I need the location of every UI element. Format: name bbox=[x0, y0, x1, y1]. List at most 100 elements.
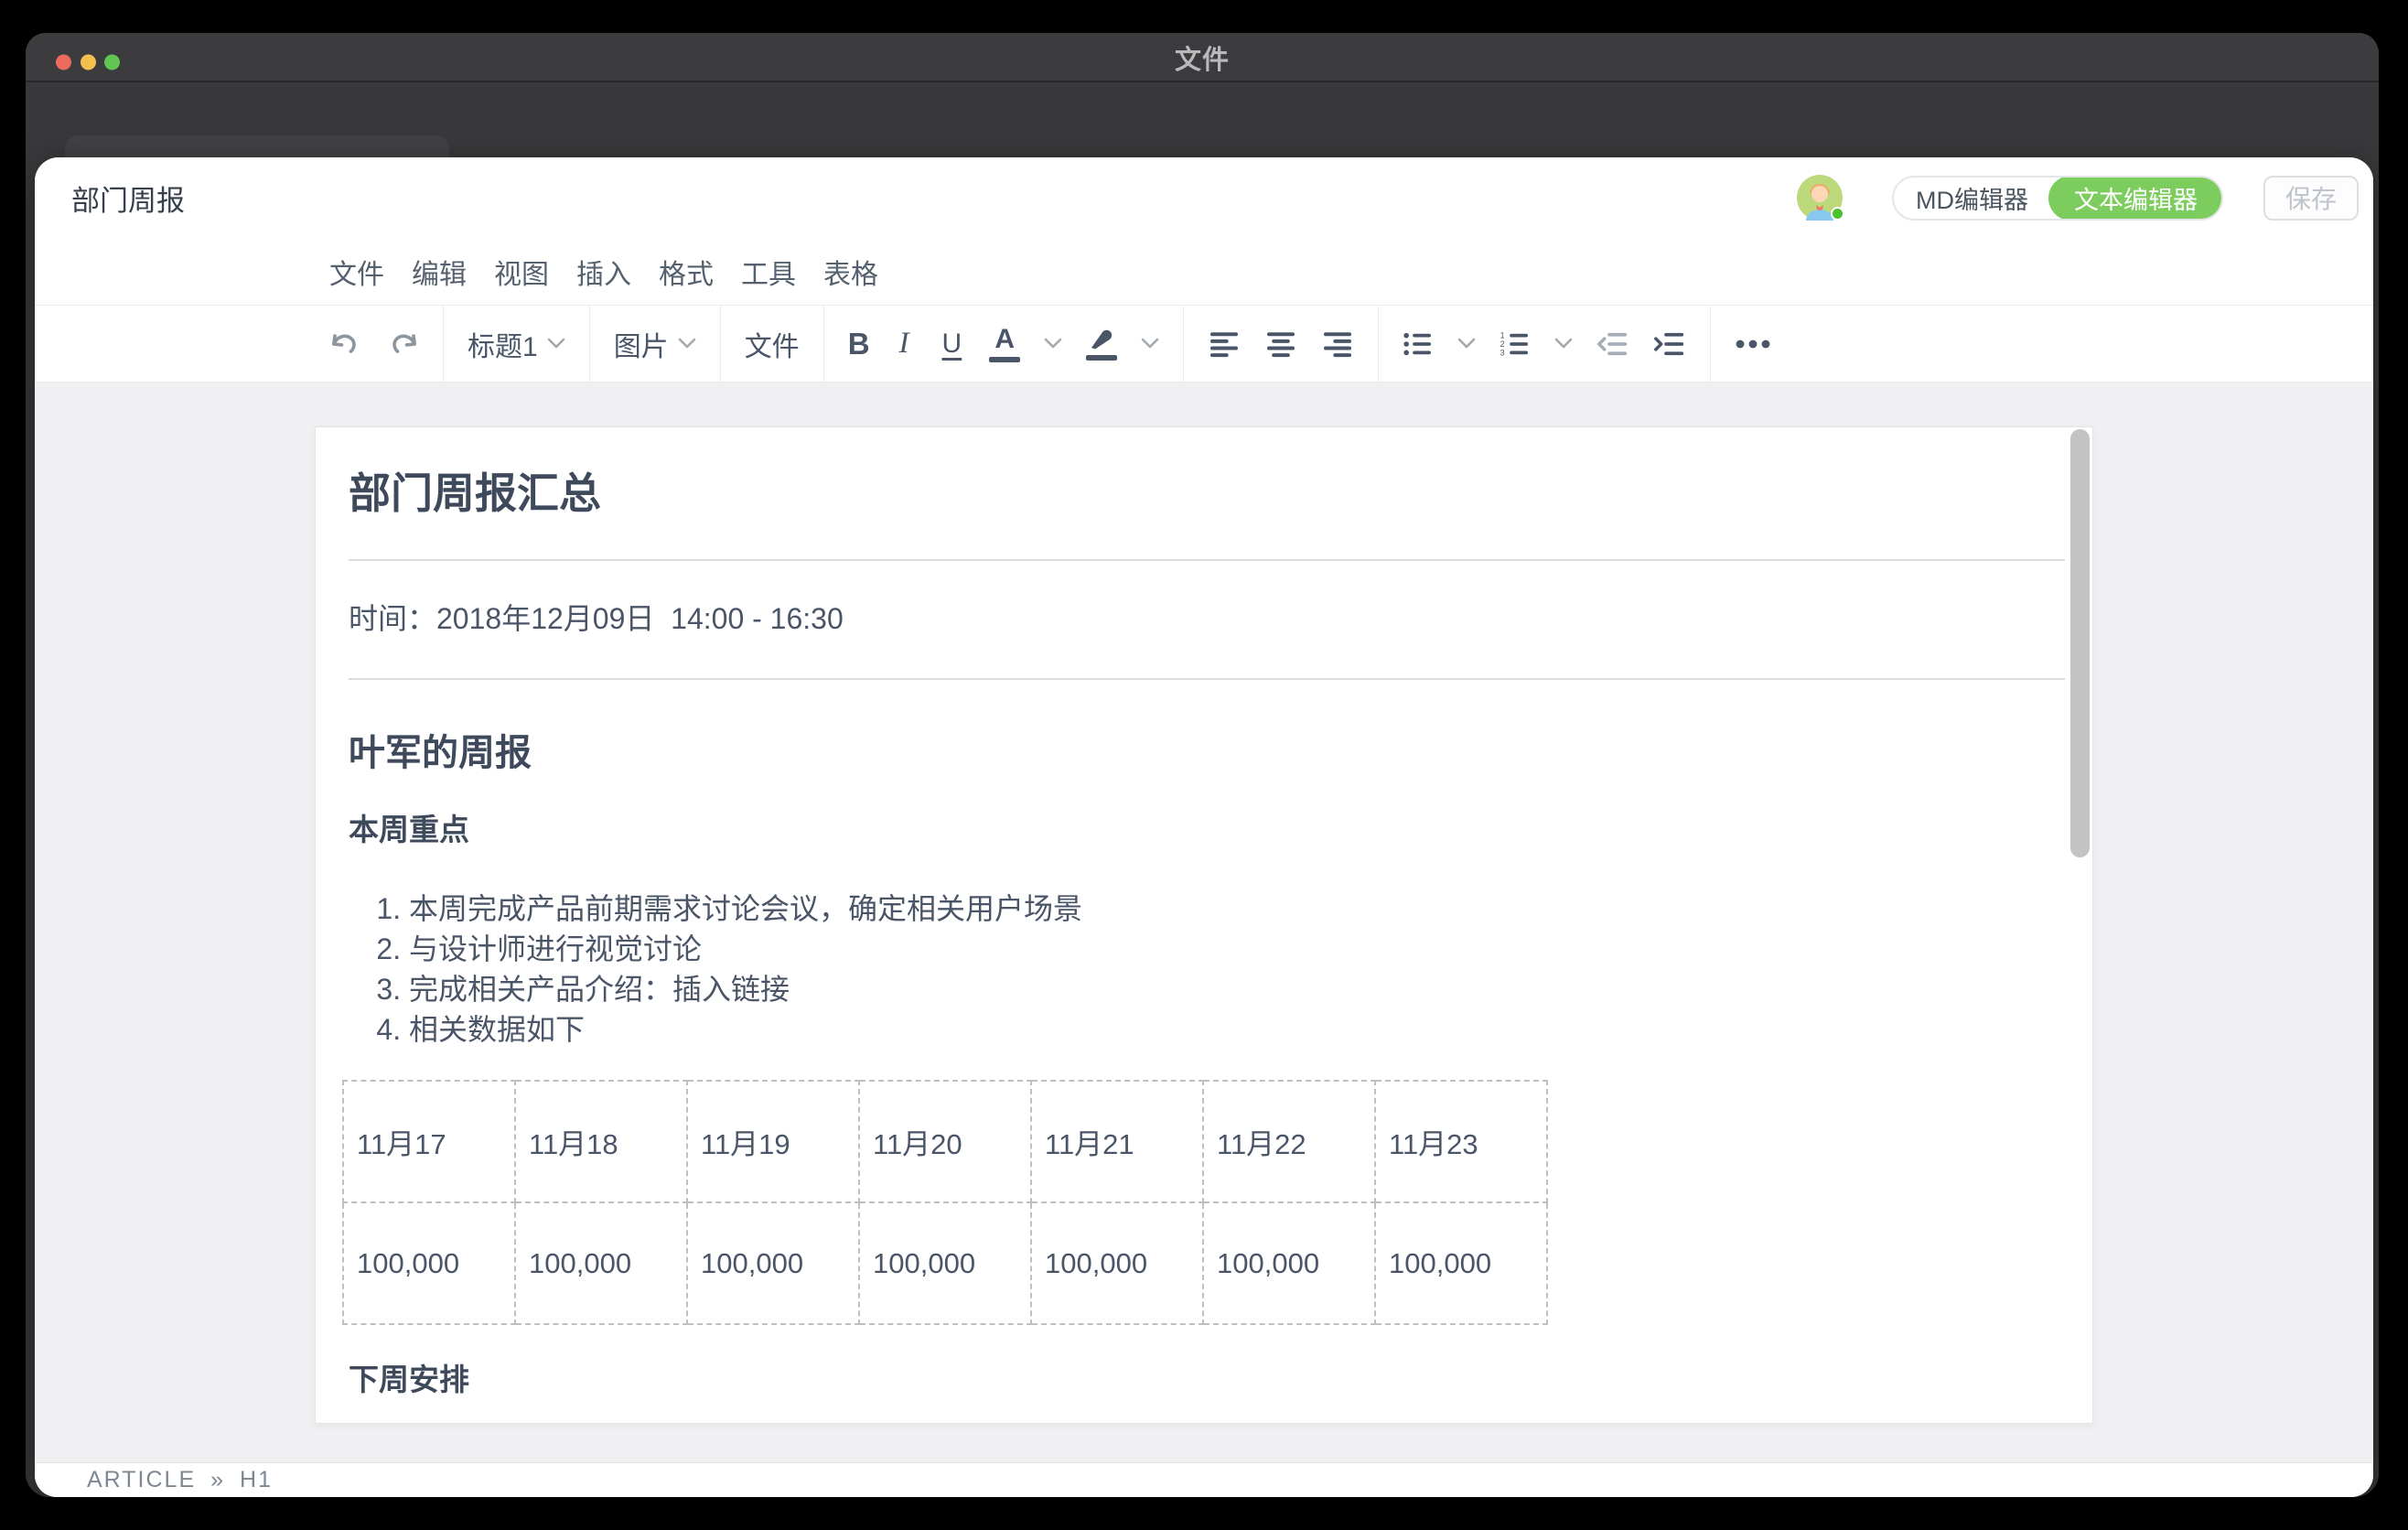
list-group: 1 2 3 bbox=[1379, 306, 1710, 382]
file-group: 文件 bbox=[721, 306, 823, 382]
highlight-button[interactable] bbox=[1086, 328, 1117, 361]
ordered-list-button[interactable]: 1 2 3 bbox=[1500, 331, 1531, 357]
redo-icon bbox=[386, 328, 419, 361]
attach-file-label: 文件 bbox=[745, 324, 800, 364]
doc-heading-3-week-focus[interactable]: 本周重点 bbox=[349, 812, 2065, 848]
bold-icon: B bbox=[848, 327, 870, 361]
menu-view[interactable]: 视图 bbox=[494, 248, 549, 296]
bullet-list-button[interactable] bbox=[1403, 331, 1434, 357]
window-title: 文件 bbox=[26, 33, 2379, 82]
doc-time-paragraph[interactable]: 时间：2018年12月09日 14:00 - 16:30 bbox=[349, 596, 2065, 638]
table-cell[interactable]: 11月21 bbox=[1031, 1081, 1203, 1202]
toolbar: 标题1 图片 文件 bbox=[35, 306, 2373, 382]
list-item[interactable]: 相关数据如下 bbox=[409, 1009, 2065, 1050]
table-cell[interactable]: 100,000 bbox=[1203, 1202, 1375, 1324]
menu-format[interactable]: 格式 bbox=[659, 248, 714, 296]
attach-file-button[interactable]: 文件 bbox=[745, 324, 800, 364]
editor-modal: 部门周报 MD编辑器 文 bbox=[35, 157, 2373, 1497]
document-page[interactable]: 部门周报汇总 时间：2018年12月09日 14:00 - 16:30 叶军的周… bbox=[315, 426, 2093, 1424]
md-editor-toggle[interactable]: MD编辑器 bbox=[1894, 178, 2050, 219]
table-cell[interactable]: 100,000 bbox=[515, 1202, 687, 1324]
align-center-button[interactable] bbox=[1264, 330, 1297, 358]
table-cell[interactable]: 100,000 bbox=[1375, 1202, 1547, 1324]
status-bar: ARTICLE » H1 bbox=[35, 1462, 2373, 1497]
chevron-down-icon bbox=[1141, 338, 1159, 350]
app-window: 文件 部门周报 bbox=[26, 33, 2379, 1497]
heading-dropdown[interactable]: 标题1 bbox=[468, 324, 565, 364]
editor-content-area: 部门周报汇总 时间：2018年12月09日 14:00 - 16:30 叶军的周… bbox=[35, 382, 2373, 1462]
chevron-down-icon bbox=[547, 338, 565, 350]
table-cell[interactable]: 100,000 bbox=[343, 1202, 515, 1324]
align-right-button[interactable] bbox=[1321, 330, 1354, 358]
underline-icon: U bbox=[939, 329, 966, 360]
doc-data-table: 11月17 11月18 11月19 11月20 11月21 11月22 11月2… bbox=[342, 1080, 1548, 1325]
heading-dropdown-label: 标题1 bbox=[468, 324, 538, 364]
undo-button[interactable] bbox=[329, 328, 362, 361]
scrollbar-thumb[interactable] bbox=[2070, 429, 2090, 857]
image-dropdown[interactable]: 图片 bbox=[614, 324, 696, 364]
titlebar: 文件 bbox=[26, 33, 2379, 82]
save-button[interactable]: 保存 bbox=[2263, 176, 2359, 221]
indent-icon bbox=[1653, 331, 1686, 357]
ordered-list-icon: 1 2 3 bbox=[1500, 331, 1531, 357]
online-status-dot bbox=[1831, 207, 1844, 221]
list-item[interactable]: 本周完成产品前期需求讨论会议，确定相关用户场景 bbox=[409, 889, 2065, 929]
table-cell[interactable]: 100,000 bbox=[1031, 1202, 1203, 1324]
redo-button[interactable] bbox=[386, 328, 419, 361]
horizontal-rule bbox=[349, 678, 2065, 680]
doc-ordered-list: 本周完成产品前期需求讨论会议，确定相关用户场景 与设计师进行视觉讨论 完成相关产… bbox=[349, 889, 2065, 1050]
ordered-list-dropdown[interactable] bbox=[1554, 338, 1573, 350]
breadcrumb-leaf: H1 bbox=[240, 1467, 273, 1493]
text-editor-toggle[interactable]: 文本编辑器 bbox=[2048, 176, 2223, 221]
table-cell[interactable]: 11月18 bbox=[515, 1081, 687, 1202]
chevron-down-icon bbox=[1554, 338, 1573, 350]
doc-heading-1[interactable]: 部门周报汇总 bbox=[349, 468, 2065, 519]
bullet-list-icon bbox=[1403, 331, 1434, 357]
doc-heading-2[interactable]: 叶军的周报 bbox=[349, 731, 2065, 775]
horizontal-rule bbox=[349, 559, 2065, 561]
align-left-icon bbox=[1208, 330, 1241, 358]
table-cell[interactable]: 11月20 bbox=[859, 1081, 1031, 1202]
chevron-down-icon bbox=[1457, 338, 1476, 350]
table-row: 100,000 100,000 100,000 100,000 100,000 … bbox=[343, 1202, 1547, 1324]
image-dropdown-label: 图片 bbox=[614, 324, 669, 364]
text-style-group: B I U A bbox=[824, 306, 1184, 382]
menu-insert[interactable]: 插入 bbox=[576, 248, 631, 296]
highlight-dropdown[interactable] bbox=[1141, 338, 1159, 350]
bold-button[interactable]: B bbox=[848, 327, 870, 361]
align-right-icon bbox=[1321, 330, 1354, 358]
doc-heading-3-next-week[interactable]: 下周安排 bbox=[349, 1362, 2065, 1398]
document-title: 部门周报 bbox=[71, 178, 185, 219]
table-row: 11月17 11月18 11月19 11月20 11月21 11月22 11月2… bbox=[343, 1081, 1547, 1202]
highlighter-icon bbox=[1086, 328, 1117, 361]
indent-button[interactable] bbox=[1653, 331, 1686, 357]
outdent-button[interactable] bbox=[1596, 331, 1629, 357]
menu-tools[interactable]: 工具 bbox=[741, 248, 796, 296]
user-avatar[interactable] bbox=[1797, 175, 1843, 221]
more-options-button[interactable] bbox=[1735, 339, 1771, 350]
table-cell[interactable]: 11月17 bbox=[343, 1081, 515, 1202]
italic-button[interactable]: I bbox=[894, 327, 915, 361]
breadcrumb-root: ARTICLE bbox=[87, 1467, 196, 1493]
menu-file[interactable]: 文件 bbox=[329, 248, 384, 296]
list-item[interactable]: 完成相关产品介绍：插入链接 bbox=[409, 969, 2065, 1009]
menu-edit[interactable]: 编辑 bbox=[412, 248, 467, 296]
undo-icon bbox=[329, 328, 362, 361]
font-color-dropdown[interactable] bbox=[1044, 338, 1062, 350]
svg-text:3: 3 bbox=[1500, 348, 1505, 357]
table-cell[interactable]: 100,000 bbox=[687, 1202, 859, 1324]
table-cell[interactable]: 11月19 bbox=[687, 1081, 859, 1202]
underline-button[interactable]: U bbox=[939, 329, 966, 360]
font-color-icon: A bbox=[989, 326, 1020, 362]
table-cell[interactable]: 11月23 bbox=[1375, 1081, 1547, 1202]
table-cell[interactable]: 11月22 bbox=[1203, 1081, 1375, 1202]
table-cell[interactable]: 100,000 bbox=[859, 1202, 1031, 1324]
bullet-list-dropdown[interactable] bbox=[1457, 338, 1476, 350]
breadcrumb-separator: » bbox=[210, 1467, 225, 1493]
align-left-button[interactable] bbox=[1208, 330, 1241, 358]
chevron-down-icon bbox=[678, 338, 696, 350]
font-color-button[interactable]: A bbox=[989, 326, 1020, 362]
list-item[interactable]: 与设计师进行视觉讨论 bbox=[409, 929, 2065, 969]
modal-header: 部门周报 MD编辑器 文 bbox=[35, 157, 2373, 238]
menu-table[interactable]: 表格 bbox=[823, 248, 878, 296]
